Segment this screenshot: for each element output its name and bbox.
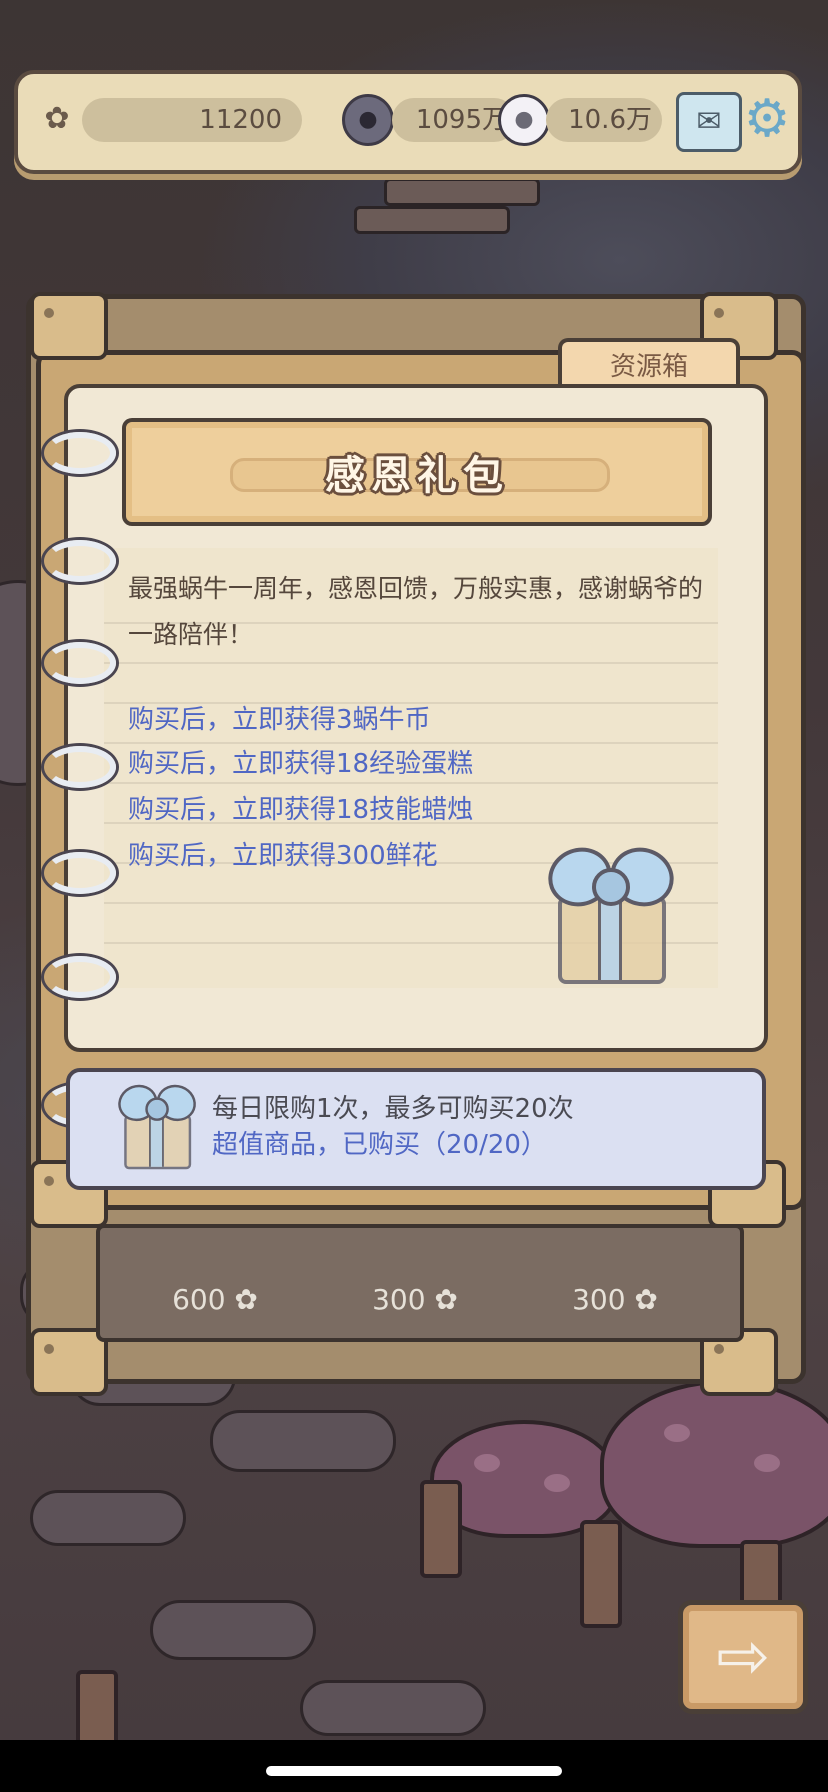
background-plank (354, 206, 510, 234)
light-snail-coin-icon: ● (498, 94, 550, 146)
background-post (420, 1480, 462, 1578)
resource-bar: ✿ 11200 ● 1095万 ● 10.6万 ✉ ⚙ (14, 70, 802, 174)
benefit-line: 购买后，立即获得300鲜花 (128, 841, 438, 871)
binder-ring (44, 956, 116, 998)
frame-corner (30, 292, 108, 360)
mail-icon[interactable]: ✉ (676, 92, 742, 152)
purchase-status-text: 超值商品，已购买（20/20） (212, 1130, 547, 1160)
gear-icon[interactable]: ⚙ (738, 90, 796, 148)
arrow-right-icon: ⇨ (716, 1620, 770, 1694)
background-plank (384, 178, 540, 206)
background-stone (30, 1490, 186, 1546)
gift-box-icon (540, 838, 682, 984)
binder-ring (44, 540, 116, 582)
background-mushroom (600, 1380, 828, 1548)
background-stone (150, 1600, 316, 1660)
title-banner: 感恩礼包 (122, 418, 712, 526)
purchase-limit-text: 每日限购1次，最多可购买20次 (212, 1094, 574, 1124)
binder-ring (44, 642, 116, 684)
background-post (76, 1670, 118, 1740)
shop-item-price[interactable]: 600 ✿ (130, 1278, 300, 1322)
binder-ring (44, 432, 116, 474)
benefit-line: 购买后，立即获得18技能蜡烛 (128, 795, 474, 825)
dark-snail-coin-icon: ● (342, 94, 394, 146)
benefit-line: 购买后，立即获得3蜗牛币 (128, 705, 431, 735)
small-gift-icon (113, 1079, 202, 1170)
background-post (580, 1520, 622, 1628)
shop-item-price[interactable]: 300 ✿ (530, 1278, 700, 1322)
binder-ring (44, 852, 116, 894)
benefit-line: 购买后，立即获得18经验蛋糕 (128, 749, 474, 779)
page-title: 感恩礼包 (325, 453, 509, 499)
flower-count: 11200 (82, 98, 302, 142)
home-indicator[interactable] (266, 1766, 562, 1776)
next-button[interactable]: ⇨ (678, 1600, 808, 1714)
flower-icon: ✿ (44, 101, 70, 136)
background-stone (300, 1680, 486, 1736)
gift-description: 最强蜗牛一周年，感恩回馈，万般实惠，感谢蜗爷的一路陪伴！ (128, 574, 704, 649)
shop-item-price[interactable]: 300 ✿ (330, 1278, 500, 1322)
background-stone (210, 1410, 396, 1472)
light-coin-count: 10.6万 (546, 98, 662, 142)
binder-ring (44, 746, 116, 788)
